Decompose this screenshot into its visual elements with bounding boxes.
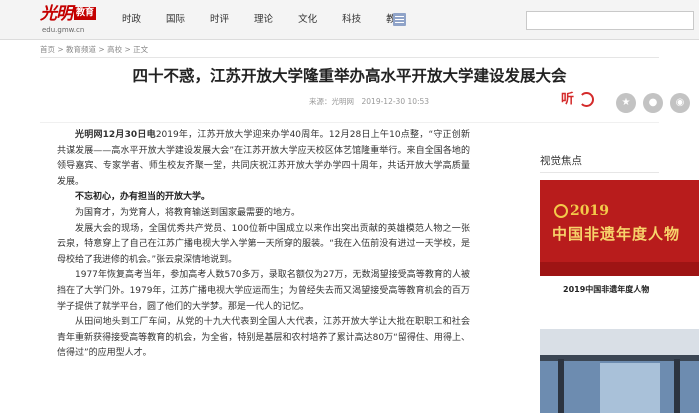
nav-item-culture[interactable]: 文化	[298, 13, 317, 27]
article-body: 光明网12月30日电2019年，江苏开放大学迎来办学40周年。12月28日上午1…	[57, 128, 470, 362]
article-paragraph-lead: 光明网12月30日电2019年，江苏开放大学迎来办学40周年。12月28日上午1…	[57, 128, 470, 190]
favorite-star-icon[interactable]: ★	[616, 93, 636, 113]
focus-image-station[interactable]	[540, 329, 699, 413]
article-paragraph: 为国育才，为党育人，将教育输送到国家最需要的地方。	[75, 207, 301, 218]
banner-footer	[540, 262, 699, 276]
article-paragraph: 从田间地头到工厂车间，从党的十九大代表到全国人大代表，江苏开放大学让大批在职职工…	[57, 317, 470, 359]
dateline: 光明网12月30日电	[75, 130, 156, 140]
article-title: 四十不惑，江苏开放大学隆重举办高水平开放大学建设发展大会	[132, 67, 567, 85]
nav-item-theory[interactable]: 理论	[254, 13, 273, 27]
top-navigation-bar: 光明 教育 edu.gmw.cn 时政 国际 时评 理论 文化 科技 教育	[0, 0, 699, 40]
nav-item-politics[interactable]: 时政	[122, 13, 141, 27]
focus-caption[interactable]: 2019中国非遗年度人物	[563, 284, 649, 295]
nav-item-commentary[interactable]: 时评	[210, 13, 229, 27]
main-nav: 时政 国际 时评 理论 文化 科技 教育	[122, 13, 430, 27]
focus-image-intangible-heritage[interactable]: 2019 中国非遗年度人物	[540, 180, 699, 276]
article-paragraph: 1977年恢复高考当年，参加高考人数570多万，录取名额仅为27万，无数渴望接受…	[57, 270, 470, 312]
logo-channel-tag: 教育	[74, 7, 97, 20]
logo-text: 光明	[40, 4, 73, 24]
wechat-share-icon[interactable]: ●	[643, 93, 663, 113]
nav-item-technology[interactable]: 科技	[342, 13, 361, 27]
header-divider	[40, 57, 659, 58]
search-input[interactable]	[526, 11, 694, 30]
article-subheading: 不忘初心，办有担当的开放大学。	[75, 192, 211, 203]
weibo-share-icon[interactable]: ◉	[670, 93, 690, 113]
banner-title: 中国非遗年度人物	[552, 225, 681, 243]
emblem-icon	[554, 204, 568, 218]
nav-item-international[interactable]: 国际	[166, 13, 185, 27]
content-divider	[40, 122, 659, 123]
breadcrumb[interactable]: 首页 > 教育频道 > 高校 > 正文	[40, 45, 148, 55]
banner-year: 2019	[570, 203, 609, 219]
sidebar-divider	[540, 172, 659, 173]
station-window	[600, 363, 660, 413]
listen-button[interactable]: 听	[561, 89, 595, 111]
station-pillar	[558, 359, 564, 413]
sound-wave-icon	[579, 92, 594, 107]
gmw-logo[interactable]: 光明 教育 edu.gmw.cn	[40, 4, 102, 36]
article-paragraph: 发展大会的现场，全国优秀共产党员、100位新中国成立以来作出突出贡献的英雄模范人…	[57, 223, 470, 265]
sidebar-title: 视觉焦点	[540, 155, 582, 167]
station-pillar	[674, 359, 680, 413]
article-source-time: 来源：光明网 2019-12-30 10:53	[309, 97, 430, 106]
menu-icon[interactable]	[393, 13, 406, 26]
logo-url: edu.gmw.cn	[42, 26, 85, 34]
station-roof	[540, 329, 699, 355]
listen-label: 听	[561, 92, 575, 107]
